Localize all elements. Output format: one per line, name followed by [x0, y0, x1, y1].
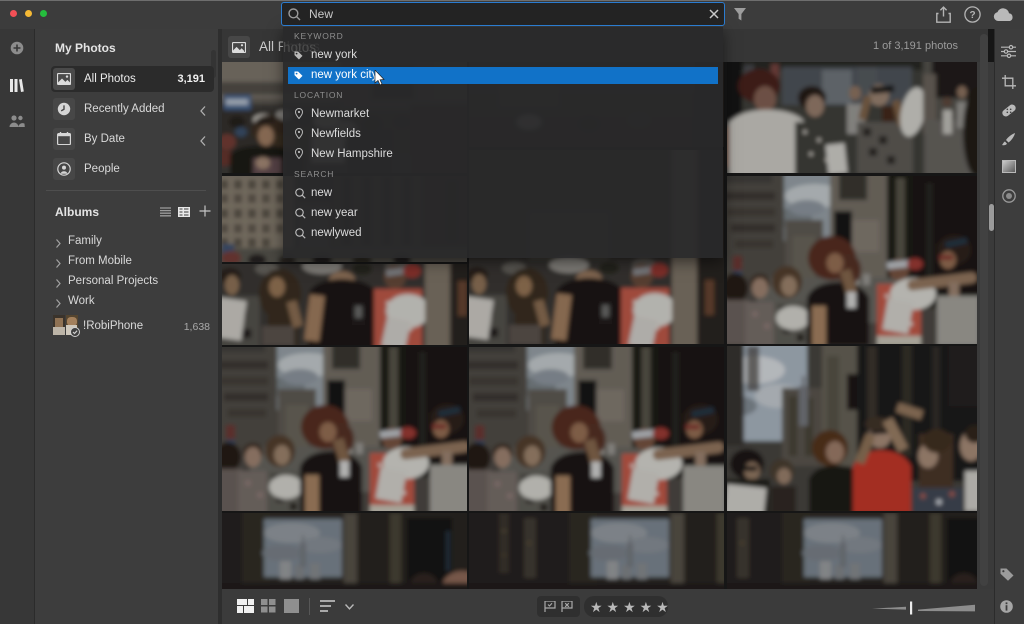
svg-text:?: ?	[969, 10, 975, 21]
